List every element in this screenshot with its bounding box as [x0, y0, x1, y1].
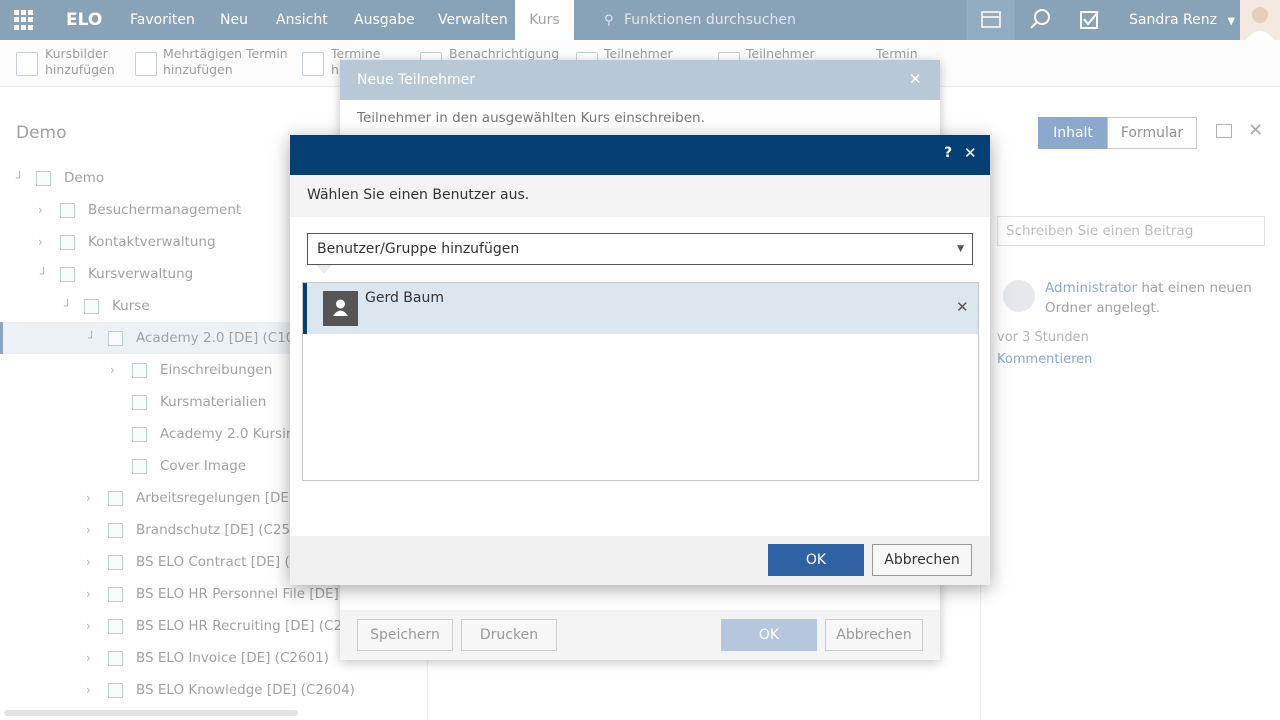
ok-button[interactable]: OK	[768, 544, 864, 576]
combobox-pointer	[316, 265, 332, 274]
cancel-button[interactable]: Abbrechen	[872, 544, 972, 576]
dropdown-arrow-icon[interactable]: ▼	[957, 234, 964, 264]
user-group-combobox[interactable]: Benutzer/Gruppe hinzufügen ▼	[307, 233, 973, 265]
help-icon[interactable]: ?	[944, 145, 952, 161]
dialog-title: Neue Teilnehmer	[340, 60, 940, 100]
dialog-footer: OK Abbrechen	[290, 536, 990, 585]
cancel-button[interactable]: Abbrechen	[825, 619, 923, 651]
save-button[interactable]: Speichern	[357, 619, 453, 651]
close-icon[interactable]: ✕	[909, 70, 922, 88]
dialog-description: Teilnehmer in den ausgewählten Kurs eins…	[357, 110, 705, 126]
remove-user-icon[interactable]: ✕	[956, 298, 969, 316]
list-item[interactable]: Gerd Baum ✕	[303, 283, 978, 334]
person-icon	[333, 299, 348, 316]
close-icon[interactable]: ✕	[964, 144, 977, 162]
ok-button[interactable]: OK	[721, 619, 817, 651]
dialog-footer: Speichern Drucken OK Abbrechen	[340, 610, 940, 660]
dialog-header: ? ✕	[290, 135, 990, 175]
dialog-subtitle: Wählen Sie einen Benutzer aus.	[290, 175, 990, 217]
print-button[interactable]: Drucken	[461, 619, 557, 651]
selected-users-list: Gerd Baum ✕	[302, 282, 979, 481]
user-avatar	[323, 291, 358, 326]
user-name: Gerd Baum	[365, 290, 445, 306]
select-user-dialog: ? ✕ Wählen Sie einen Benutzer aus. Benut…	[290, 135, 990, 585]
combobox-value: Benutzer/Gruppe hinzufügen	[317, 241, 520, 257]
